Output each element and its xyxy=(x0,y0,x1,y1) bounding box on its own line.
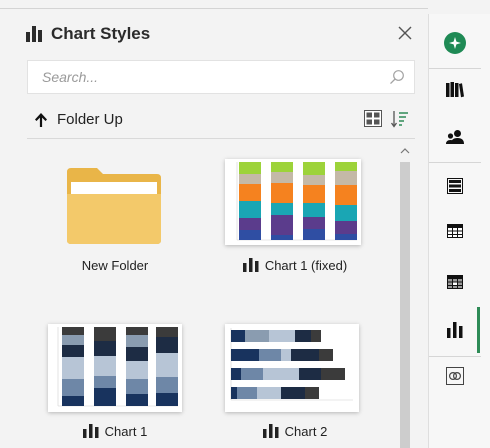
chart-thumbnail xyxy=(48,324,182,412)
tile-chart-1-fixed[interactable]: Chart 1 (fixed) xyxy=(215,157,375,277)
tile-chart-2[interactable]: Chart 2 xyxy=(215,322,375,442)
table-dark-icon xyxy=(447,275,463,289)
folder-icon xyxy=(67,168,161,244)
chevron-up-icon[interactable] xyxy=(400,147,410,155)
folder-up-label: Folder Up xyxy=(57,111,123,128)
chart-styles-button[interactable] xyxy=(429,310,481,350)
bar-chart-icon xyxy=(26,26,42,42)
add-chart-icon xyxy=(444,32,466,54)
stacked-bar-chart-thumbnail xyxy=(230,328,353,401)
panel-title: Chart Styles xyxy=(51,24,151,43)
side-toolbar xyxy=(428,14,490,448)
film-button[interactable] xyxy=(429,166,481,206)
search-box xyxy=(27,60,415,94)
scrollbar[interactable] xyxy=(398,146,412,448)
tile-chart-1[interactable]: Chart 1 xyxy=(40,322,190,442)
active-indicator xyxy=(477,307,480,353)
rail-separator xyxy=(429,68,481,69)
bar-chart-icon xyxy=(82,424,99,438)
chart-thumbnail xyxy=(225,159,361,245)
stacked-column-chart-thumbnail xyxy=(57,327,178,407)
stacked-column-chart-thumbnail xyxy=(236,162,357,241)
tile-label: Chart 1 xyxy=(40,422,190,440)
bar-chart-icon xyxy=(242,258,259,272)
bar-chart-icon xyxy=(447,322,463,338)
tile-new-folder[interactable]: New Folder xyxy=(40,157,190,277)
folder-up-button[interactable]: Folder Up xyxy=(34,111,123,128)
link-button[interactable] xyxy=(429,356,481,396)
chart-thumbnail xyxy=(225,324,359,412)
table-icon xyxy=(447,224,463,238)
bar-chart-icon xyxy=(262,424,279,438)
film-icon xyxy=(447,178,463,194)
search-input[interactable] xyxy=(28,61,378,93)
tile-label: New Folder xyxy=(81,257,149,273)
users-button[interactable] xyxy=(429,117,481,157)
rail-separator xyxy=(429,162,481,163)
scrollbar-thumb[interactable] xyxy=(400,162,410,448)
tile-label: Chart 1 (fixed) xyxy=(215,256,375,274)
library-button[interactable] xyxy=(429,70,481,110)
link-icon xyxy=(446,367,464,385)
table-button[interactable] xyxy=(429,211,481,251)
search-icon[interactable] xyxy=(389,69,405,85)
grid-view-icon[interactable] xyxy=(364,110,382,127)
arrow-up-icon xyxy=(35,112,47,127)
sort-icon[interactable] xyxy=(391,110,409,128)
users-icon xyxy=(446,130,464,144)
panel-header: Chart Styles xyxy=(26,22,150,46)
table-dark-button[interactable] xyxy=(429,262,481,302)
library-icon xyxy=(446,82,464,98)
toolbar-divider xyxy=(27,138,415,139)
add-chart-button[interactable] xyxy=(429,23,481,63)
tile-label: Chart 2 xyxy=(215,422,375,440)
close-icon[interactable] xyxy=(396,24,414,42)
